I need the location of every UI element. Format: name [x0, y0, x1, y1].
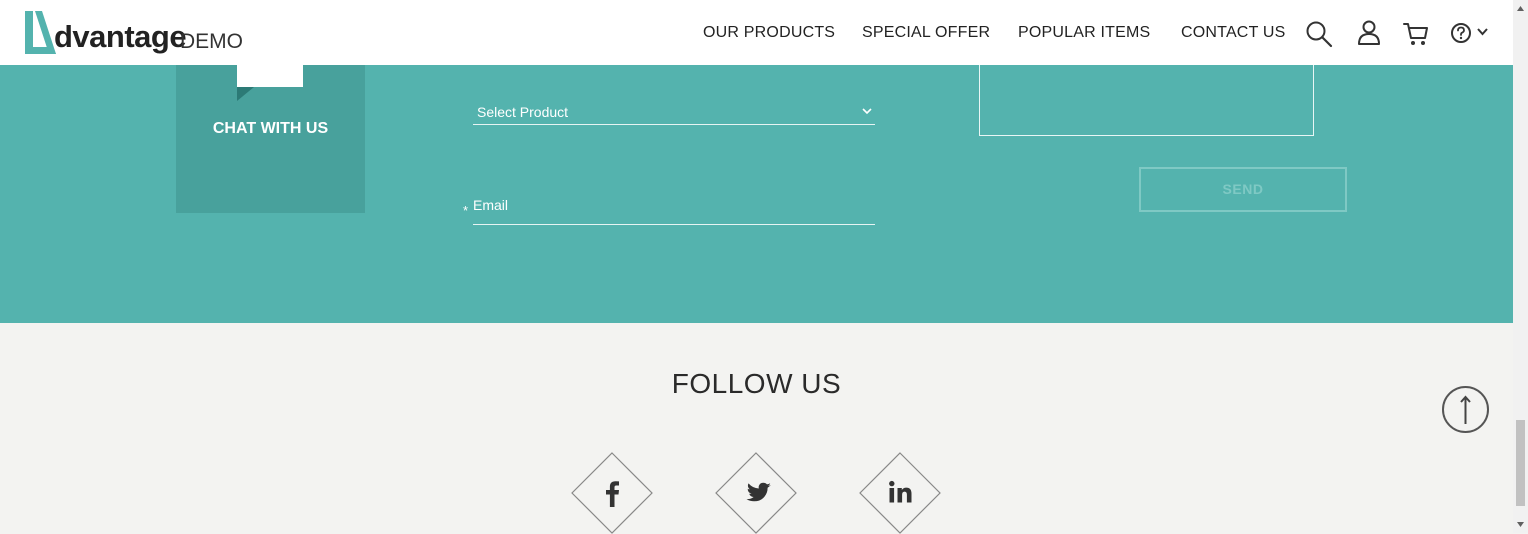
logo-mark-icon — [25, 11, 56, 54]
linkedin-icon[interactable] — [859, 452, 941, 534]
chat-bubble-tail — [237, 87, 254, 101]
logo-text: dvantage — [54, 19, 187, 54]
nav-popular-items[interactable]: POPULAR ITEMS — [1018, 24, 1150, 42]
chevron-down-icon — [862, 108, 872, 115]
chat-with-us-button[interactable]: CHAT WITH US — [176, 65, 365, 213]
nav-contact-us[interactable]: CONTACT US — [1181, 24, 1286, 42]
cart-icon[interactable] — [1402, 20, 1430, 48]
scroll-up-arrow-icon[interactable] — [1517, 6, 1524, 11]
send-button[interactable]: SEND — [1139, 167, 1347, 212]
message-textarea[interactable] — [979, 65, 1314, 136]
email-placeholder: Email — [473, 197, 509, 213]
select-value: Select Product — [477, 104, 569, 120]
follow-us-title: FOLLOW US — [671, 368, 842, 399]
top-header: dvantage DEMO OUR PRODUCTS SPECIAL OFFER… — [0, 0, 1513, 65]
email-field[interactable]: Email — [473, 193, 875, 225]
facebook-icon[interactable] — [571, 452, 653, 534]
nav-our-products[interactable]: OUR PRODUCTS — [703, 24, 835, 42]
product-select[interactable]: Select Product — [473, 102, 875, 125]
logo-demo-text: DEMO — [180, 30, 243, 53]
arrow-up-icon — [1460, 395, 1471, 424]
chat-bubble-icon — [237, 65, 303, 87]
contact-section: CHAT WITH US Select Product * Email SEND — [0, 65, 1513, 323]
twitter-icon[interactable] — [715, 452, 797, 534]
search-icon[interactable] — [1305, 20, 1333, 48]
chat-label: CHAT WITH US — [212, 120, 329, 137]
user-icon[interactable] — [1356, 19, 1382, 47]
required-mark: * — [463, 203, 469, 218]
page-scrollbar[interactable] — [1513, 0, 1528, 533]
help-icon[interactable] — [1450, 22, 1472, 44]
scroll-down-arrow-icon[interactable] — [1517, 522, 1524, 527]
scrollbar-thumb[interactable] — [1516, 420, 1525, 506]
nav-special-offer[interactable]: SPECIAL OFFER — [862, 24, 990, 42]
scroll-to-top-button[interactable] — [1442, 386, 1489, 433]
chevron-down-icon[interactable] — [1476, 27, 1489, 37]
